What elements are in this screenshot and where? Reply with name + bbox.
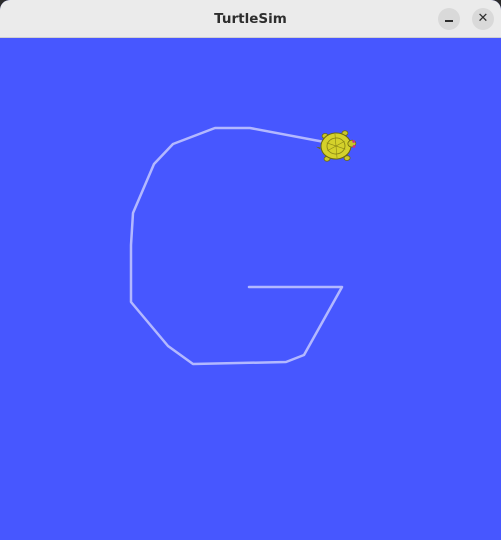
window-title: TurtleSim <box>214 11 287 27</box>
drawing-surface <box>129 126 357 366</box>
pen-trail <box>129 126 344 366</box>
minimize-button[interactable] <box>438 8 460 30</box>
minimize-icon <box>445 20 453 22</box>
turtle <box>315 130 357 162</box>
close-icon: ✕ <box>477 11 489 26</box>
turtle-canvas <box>0 38 501 540</box>
turtlesim-window: TurtleSim ✕ <box>0 0 501 540</box>
close-button[interactable]: ✕ <box>472 8 494 30</box>
title-bar[interactable]: TurtleSim ✕ <box>0 0 501 38</box>
